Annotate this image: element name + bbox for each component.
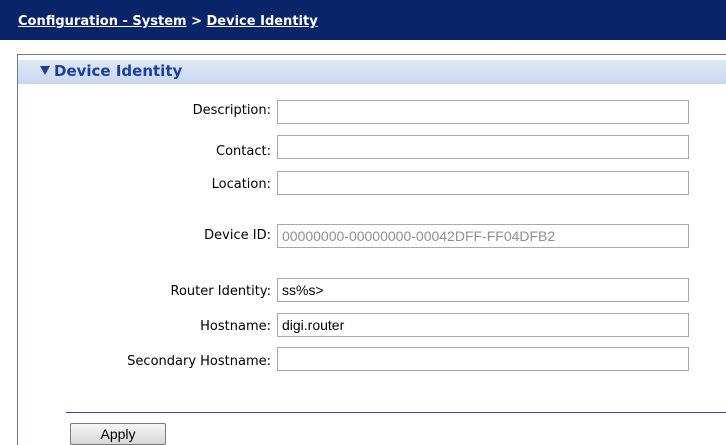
location-field[interactable]	[277, 171, 689, 195]
secondary-hostname-label: Secondary Hostname:	[127, 354, 271, 369]
page-header: Configuration - System > Device Identity	[0, 0, 726, 40]
contact-field[interactable]	[277, 135, 689, 159]
section-title: Device Identity	[54, 62, 183, 80]
description-field[interactable]	[277, 100, 689, 124]
collapse-triangle-icon	[40, 66, 50, 75]
breadcrumb-separator: >	[186, 14, 207, 29]
router-identity-label: Router Identity:	[170, 284, 271, 299]
form-divider	[66, 412, 726, 413]
breadcrumb-link-configuration-system[interactable]: Configuration - System	[18, 14, 187, 29]
breadcrumb-link-device-identity[interactable]: Device Identity	[207, 14, 318, 29]
hostname-field[interactable]	[277, 313, 689, 337]
description-label: Description:	[192, 103, 271, 118]
contact-label: Contact:	[216, 144, 271, 159]
hostname-label: Hostname:	[200, 319, 271, 334]
breadcrumb: Configuration - System > Device Identity	[18, 14, 318, 29]
device-id-field	[277, 224, 689, 248]
section-toggle[interactable]: Device Identity	[40, 62, 182, 80]
router-identity-field[interactable]	[277, 278, 689, 302]
location-label: Location:	[211, 177, 271, 192]
apply-button[interactable]: Apply	[70, 423, 166, 445]
device-id-label: Device ID:	[204, 228, 271, 243]
secondary-hostname-field[interactable]	[277, 347, 689, 371]
